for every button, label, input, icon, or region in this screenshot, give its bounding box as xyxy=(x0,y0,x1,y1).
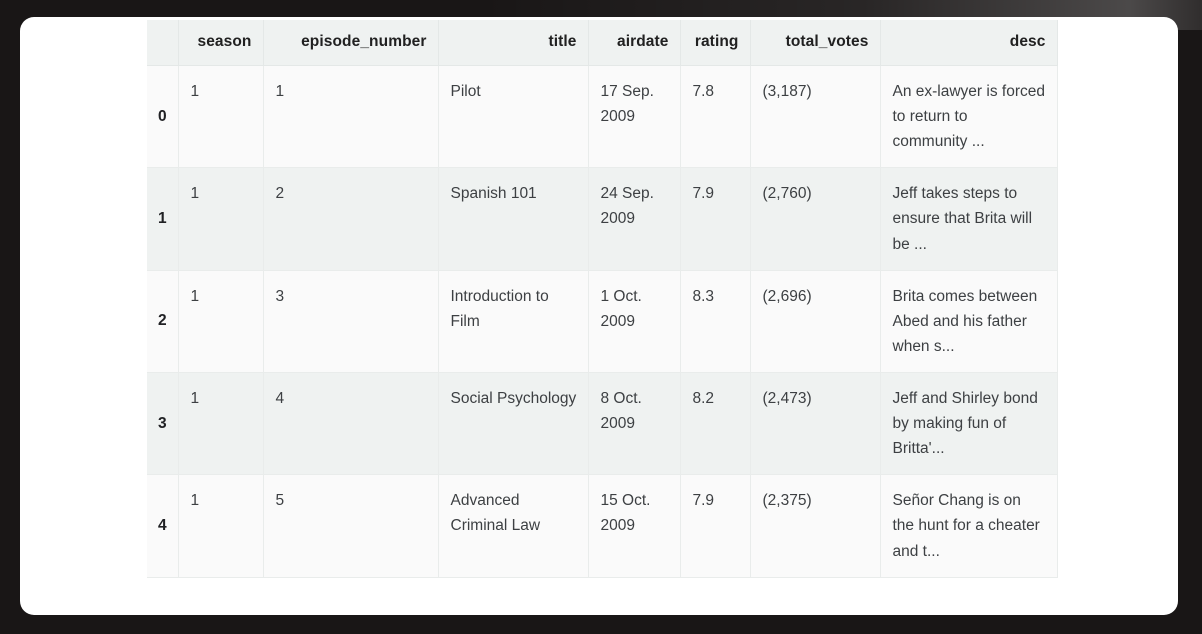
column-header-total-votes[interactable]: total_votes xyxy=(749,20,881,66)
screenshot-root: season episode_number title airdate rati… xyxy=(0,0,1202,634)
cell-airdate: 17 Sep. 2009 xyxy=(587,64,681,169)
column-header-title[interactable]: title xyxy=(437,20,589,66)
cell-total-votes: (2,375) xyxy=(749,474,881,578)
row-index: 4 xyxy=(147,474,179,578)
column-header-season[interactable]: season xyxy=(177,20,264,66)
cell-season: 1 xyxy=(177,474,264,578)
cell-episode-number: 3 xyxy=(262,269,439,373)
cell-episode-number: 5 xyxy=(262,474,439,578)
row-index: 3 xyxy=(147,371,179,476)
cell-rating: 8.3 xyxy=(679,269,751,373)
dataframe-container: season episode_number title airdate rati… xyxy=(147,20,1058,615)
cell-title: Spanish 101 xyxy=(437,167,589,271)
column-header-desc[interactable]: desc xyxy=(879,20,1058,66)
cell-episode-number: 1 xyxy=(262,64,439,169)
cell-airdate: 15 Oct. 2009 xyxy=(587,474,681,578)
cell-airdate: 8 Oct. 2009 xyxy=(587,371,681,476)
table-row[interactable]: 0 1 1 Pilot 17 Sep. 2009 7.8 (3,187) An … xyxy=(147,64,1058,169)
header-row: season episode_number title airdate rati… xyxy=(147,20,1058,66)
cell-title: Advanced Criminal Law xyxy=(437,474,589,578)
cell-total-votes: (3,187) xyxy=(749,64,881,169)
cell-rating: 7.8 xyxy=(679,64,751,169)
table-body: 0 1 1 Pilot 17 Sep. 2009 7.8 (3,187) An … xyxy=(147,64,1058,578)
cell-rating: 8.2 xyxy=(679,371,751,476)
cell-total-votes: (2,473) xyxy=(749,371,881,476)
cell-desc: Señor Chang is on the hunt for a cheater… xyxy=(879,474,1058,578)
cell-rating: 7.9 xyxy=(679,167,751,271)
row-index: 0 xyxy=(147,64,179,169)
column-header-index xyxy=(147,20,179,66)
cell-title: Introduction to Film xyxy=(437,269,589,373)
cell-rating: 7.9 xyxy=(679,474,751,578)
cell-season: 1 xyxy=(177,269,264,373)
cell-episode-number: 4 xyxy=(262,371,439,476)
cell-airdate: 24 Sep. 2009 xyxy=(587,167,681,271)
table-row[interactable]: 1 1 2 Spanish 101 24 Sep. 2009 7.9 (2,76… xyxy=(147,167,1058,271)
table-row[interactable]: 4 1 5 Advanced Criminal Law 15 Oct. 2009… xyxy=(147,474,1058,578)
cell-season: 1 xyxy=(177,371,264,476)
table-row[interactable]: 3 1 4 Social Psychology 8 Oct. 2009 8.2 … xyxy=(147,371,1058,476)
cell-episode-number: 2 xyxy=(262,167,439,271)
cell-desc: Jeff and Shirley bond by making fun of B… xyxy=(879,371,1058,476)
row-index: 2 xyxy=(147,269,179,373)
table-header: season episode_number title airdate rati… xyxy=(147,20,1058,66)
column-header-episode-number[interactable]: episode_number xyxy=(262,20,439,66)
cell-total-votes: (2,760) xyxy=(749,167,881,271)
cell-season: 1 xyxy=(177,167,264,271)
content-card: season episode_number title airdate rati… xyxy=(20,17,1178,615)
column-header-airdate[interactable]: airdate xyxy=(587,20,681,66)
cell-title: Pilot xyxy=(437,64,589,169)
cell-total-votes: (2,696) xyxy=(749,269,881,373)
table-row[interactable]: 2 1 3 Introduction to Film 1 Oct. 2009 8… xyxy=(147,269,1058,373)
cell-title: Social Psychology xyxy=(437,371,589,476)
column-header-rating[interactable]: rating xyxy=(679,20,751,66)
dataframe-table: season episode_number title airdate rati… xyxy=(147,20,1058,578)
row-index: 1 xyxy=(147,167,179,271)
cell-airdate: 1 Oct. 2009 xyxy=(587,269,681,373)
cell-season: 1 xyxy=(177,64,264,169)
cell-desc: An ex-lawyer is forced to return to comm… xyxy=(879,64,1058,169)
cell-desc: Brita comes between Abed and his father … xyxy=(879,269,1058,373)
cell-desc: Jeff takes steps to ensure that Brita wi… xyxy=(879,167,1058,271)
